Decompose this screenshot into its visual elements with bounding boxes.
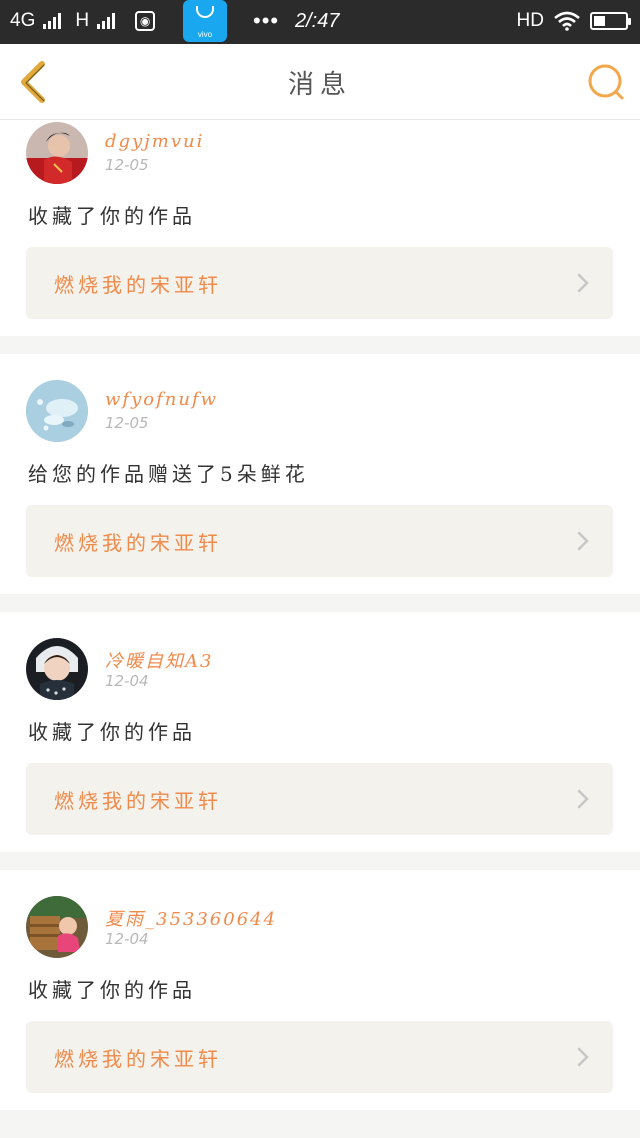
message-card: wfyofnufw 12-05 给您的作品赠送了5朵鲜花 燃烧我的宋亚轩: [0, 354, 640, 594]
message-card: 夏雨_353360644 12-04 收藏了你的作品 燃烧我的宋亚轩: [0, 870, 640, 1110]
battery-icon: [590, 12, 631, 30]
avatar[interactable]: [26, 380, 88, 442]
chevron-right-icon: [577, 273, 589, 293]
message-text: 收藏了你的作品: [28, 204, 196, 228]
work-link[interactable]: 燃烧我的宋亚轩: [26, 1021, 613, 1093]
wifi-icon: [554, 11, 580, 31]
page-title: 消息: [287, 70, 352, 100]
signal-icon: [43, 13, 62, 29]
work-link[interactable]: 燃烧我的宋亚轩: [26, 505, 613, 577]
timestamp: 12-05: [105, 414, 149, 432]
status-bar: 4G H ◉ vivo ••• 2/:47 HD: [0, 0, 640, 44]
message-text: 收藏了你的作品: [28, 720, 196, 744]
more-notifications-icon: •••: [253, 8, 280, 33]
message-card: dgyjmvui 12-05 收藏了你的作品 燃烧我的宋亚轩: [0, 120, 640, 336]
username[interactable]: 冷暖自知A3: [105, 647, 213, 673]
timestamp: 12-04: [105, 930, 149, 948]
message-card: 冷暖自知A3 12-04 收藏了你的作品 燃烧我的宋亚轩: [0, 612, 640, 852]
search-icon[interactable]: [586, 62, 626, 102]
network-type: 4G: [10, 10, 36, 31]
clock: 2/:47: [295, 10, 340, 32]
chevron-right-icon: [577, 531, 589, 551]
chevron-right-icon: [577, 789, 589, 809]
work-link[interactable]: 燃烧我的宋亚轩: [26, 763, 613, 835]
app-store-icon: vivo: [183, 0, 227, 42]
avatar[interactable]: [26, 896, 88, 958]
browser-icon: ◉: [135, 11, 156, 31]
signal-group: 4G H ◉: [10, 10, 156, 32]
avatar[interactable]: [26, 122, 88, 184]
work-title: 燃烧我的宋亚轩: [54, 1047, 222, 1071]
chevron-right-icon: [577, 1047, 589, 1067]
timestamp: 12-05: [105, 156, 149, 174]
username[interactable]: wfyofnufw: [105, 389, 218, 410]
signal-icon: [97, 13, 116, 29]
store-label: vivo: [197, 30, 213, 39]
work-link[interactable]: 燃烧我的宋亚轩: [26, 247, 613, 319]
message-text: 给您的作品赠送了5朵鲜花: [28, 462, 309, 486]
work-title: 燃烧我的宋亚轩: [54, 789, 222, 813]
battery-level: [594, 16, 605, 26]
nav-bar: 消息: [0, 44, 640, 120]
timestamp: 12-04: [105, 672, 149, 690]
message-list: dgyjmvui 12-05 收藏了你的作品 燃烧我的宋亚轩 wfyofnufw…: [0, 120, 640, 1128]
avatar[interactable]: [26, 638, 88, 700]
message-text: 收藏了你的作品: [28, 978, 196, 1002]
work-title: 燃烧我的宋亚轩: [54, 273, 222, 297]
hd-indicator: HD: [516, 10, 544, 31]
work-title: 燃烧我的宋亚轩: [54, 531, 222, 555]
network-type-2: H: [75, 10, 90, 31]
username[interactable]: 夏雨_353360644: [105, 905, 277, 931]
status-right: HD: [516, 10, 631, 32]
username[interactable]: dgyjmvui: [105, 131, 204, 152]
